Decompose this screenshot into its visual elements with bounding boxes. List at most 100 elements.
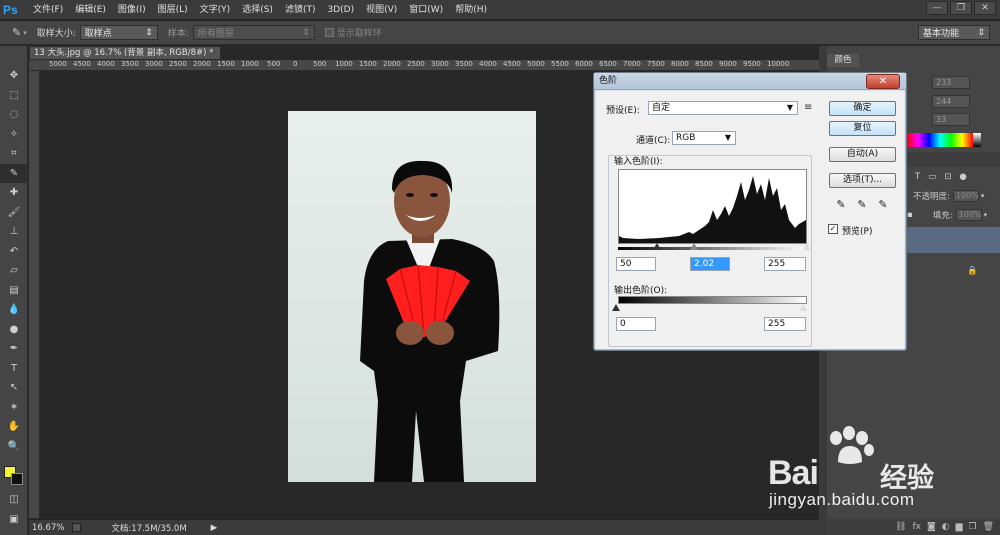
color-spectrum[interactable] bbox=[907, 133, 973, 147]
path-select-tool-icon[interactable]: ↖ bbox=[0, 378, 28, 398]
menu-edit[interactable]: 编辑(E) bbox=[69, 0, 112, 20]
color-panel-tab[interactable]: 颜色 bbox=[827, 54, 859, 67]
mask-icon[interactable]: ◙ bbox=[927, 522, 936, 532]
menu-3d[interactable]: 3D(D) bbox=[321, 0, 360, 20]
new-layer-icon[interactable]: ❐ bbox=[968, 522, 976, 532]
hand-tool-icon[interactable]: ✋ bbox=[0, 417, 28, 437]
opacity-field[interactable]: 100% bbox=[952, 190, 979, 202]
dodge-tool-icon[interactable]: ● bbox=[0, 320, 28, 340]
reset-button[interactable]: 复位 bbox=[829, 121, 896, 136]
type-filter-icon[interactable]: T bbox=[915, 172, 920, 182]
eyedropper-tool-icon[interactable]: ✎ bbox=[12, 26, 21, 39]
screen-mode-icon[interactable]: ▣ bbox=[0, 510, 28, 530]
layer-row[interactable]: 🔒 bbox=[907, 262, 1000, 280]
menu-filter[interactable]: 滤镜(T) bbox=[279, 0, 322, 20]
document-image[interactable] bbox=[288, 111, 536, 482]
grayscale-ramp[interactable] bbox=[973, 133, 981, 147]
auto-button[interactable]: 自动(A) bbox=[829, 147, 896, 162]
fill-field[interactable]: 100% bbox=[955, 209, 982, 221]
dialog-close-button[interactable]: ✕ bbox=[866, 74, 900, 89]
preset-select[interactable]: 自定 ▼ bbox=[648, 101, 798, 115]
zoom-tool-icon[interactable]: 🔍 bbox=[0, 437, 28, 457]
menu-layer[interactable]: 图层(L) bbox=[152, 0, 194, 20]
zoom-level[interactable]: 16.67% bbox=[32, 523, 64, 533]
output-black-slider[interactable] bbox=[612, 304, 620, 311]
input-gamma-field[interactable]: 2.02 bbox=[690, 257, 730, 271]
adjustment-icon[interactable]: ◐ bbox=[942, 522, 950, 532]
opacity-dropdown-icon[interactable]: ▾ bbox=[981, 192, 985, 200]
output-white-slider[interactable] bbox=[799, 304, 807, 311]
status-info-icon[interactable] bbox=[72, 523, 82, 532]
menu-view[interactable]: 视图(V) bbox=[360, 0, 403, 20]
healing-brush-tool-icon[interactable]: ✚ bbox=[0, 183, 28, 203]
output-white-field[interactable]: 255 bbox=[764, 317, 806, 331]
tool-preset-chevron-icon[interactable]: ▾ bbox=[23, 29, 27, 37]
preview-checkbox[interactable]: ✓ bbox=[828, 224, 838, 234]
lasso-tool-icon[interactable]: ◌ bbox=[0, 105, 28, 125]
shape-tool-icon[interactable]: ✶ bbox=[0, 398, 28, 418]
input-black-field[interactable]: 50 bbox=[616, 257, 656, 271]
minimize-button[interactable]: — bbox=[926, 1, 948, 15]
trash-icon[interactable]: 🗑 bbox=[983, 522, 994, 532]
menu-help[interactable]: 帮助(H) bbox=[449, 0, 493, 20]
input-gamma-slider[interactable] bbox=[690, 243, 698, 250]
filter-toggle-icon[interactable]: ● bbox=[959, 172, 966, 182]
menu-image[interactable]: 图像(I) bbox=[112, 0, 152, 20]
menu-file[interactable]: 文件(F) bbox=[27, 0, 69, 20]
options-button[interactable]: 选项(T)... bbox=[829, 173, 896, 188]
eraser-tool-icon[interactable]: ▱ bbox=[0, 261, 28, 281]
sample-select[interactable]: 所有图层 ⇕ bbox=[192, 25, 315, 40]
close-button[interactable]: ✕ bbox=[974, 1, 996, 15]
lock-icon[interactable]: ▪ bbox=[907, 210, 913, 220]
menu-type[interactable]: 文字(Y) bbox=[194, 0, 237, 20]
fx-icon[interactable]: fx bbox=[912, 522, 921, 532]
gray-eyedropper-icon[interactable]: ✎ bbox=[856, 199, 868, 211]
color-value-field[interactable]: 233 bbox=[932, 76, 970, 89]
menu-select[interactable]: 选择(S) bbox=[236, 0, 279, 20]
background-color-swatch[interactable] bbox=[11, 473, 23, 485]
white-eyedropper-icon[interactable]: ✎ bbox=[877, 199, 889, 211]
marquee-tool-icon[interactable]: ⬚ bbox=[0, 86, 28, 106]
ruler-tick: 500 bbox=[313, 60, 327, 68]
document-tab[interactable]: 13 大头.jpg @ 16.7% (背景 副本, RGB/8#) * × bbox=[29, 46, 221, 70]
show-ring-checkbox[interactable] bbox=[324, 28, 334, 37]
ok-button[interactable]: 确定 bbox=[829, 101, 896, 116]
smart-filter-icon[interactable]: ⊡ bbox=[944, 172, 951, 182]
crop-tool-icon[interactable]: ⌗ bbox=[0, 144, 28, 164]
menu-window[interactable]: 窗口(W) bbox=[403, 0, 449, 20]
histogram-graph bbox=[619, 176, 806, 243]
workspace-select[interactable]: 基本功能 ⇕ bbox=[918, 25, 990, 40]
pen-tool-icon[interactable]: ✒ bbox=[0, 339, 28, 359]
quick-mask-icon[interactable]: ◫ bbox=[0, 490, 28, 510]
link-layers-icon[interactable]: ⛓ bbox=[895, 522, 906, 532]
folder-icon[interactable]: ▆ bbox=[956, 522, 963, 532]
status-expand-icon[interactable]: ▶ bbox=[211, 523, 218, 533]
color-value-field[interactable]: 33 bbox=[932, 113, 970, 126]
ruler-tick: 8000 bbox=[671, 60, 689, 68]
gradient-tool-icon[interactable]: ▤ bbox=[0, 281, 28, 301]
clone-stamp-tool-icon[interactable]: ⊥ bbox=[0, 222, 28, 242]
type-tool-icon[interactable]: T bbox=[0, 359, 28, 379]
input-black-slider[interactable] bbox=[653, 243, 661, 250]
restore-button[interactable]: ❐ bbox=[950, 1, 972, 15]
layer-filter-row: T ▭ ⊡ ● bbox=[907, 168, 1000, 186]
shape-filter-icon[interactable]: ▭ bbox=[928, 172, 936, 182]
brush-tool-icon[interactable]: 🖌 bbox=[0, 203, 28, 223]
input-white-slider[interactable] bbox=[803, 243, 811, 250]
eyedropper-tool-icon[interactable]: ✎ bbox=[0, 163, 28, 183]
sample-size-select[interactable]: 取样点 ⇕ bbox=[79, 25, 158, 40]
blur-tool-icon[interactable]: 💧 bbox=[0, 300, 28, 320]
black-eyedropper-icon[interactable]: ✎ bbox=[835, 199, 847, 211]
history-brush-tool-icon[interactable]: ↶ bbox=[0, 242, 28, 262]
quick-select-tool-icon[interactable]: ✧ bbox=[0, 125, 28, 145]
dialog-title[interactable]: 色阶 bbox=[594, 73, 906, 90]
channel-select[interactable]: RGB ▼ bbox=[672, 131, 736, 145]
preset-menu-icon[interactable]: ≡ bbox=[804, 102, 812, 113]
output-black-field[interactable]: 0 bbox=[616, 317, 656, 331]
layer-lock-icon: 🔒 bbox=[967, 266, 978, 276]
fill-dropdown-icon[interactable]: ▾ bbox=[984, 211, 988, 219]
layer-row-selected[interactable] bbox=[907, 227, 1000, 253]
color-value-field[interactable]: 244 bbox=[932, 95, 970, 108]
move-tool-icon[interactable]: ✥ bbox=[0, 66, 28, 86]
input-white-field[interactable]: 255 bbox=[764, 257, 806, 271]
